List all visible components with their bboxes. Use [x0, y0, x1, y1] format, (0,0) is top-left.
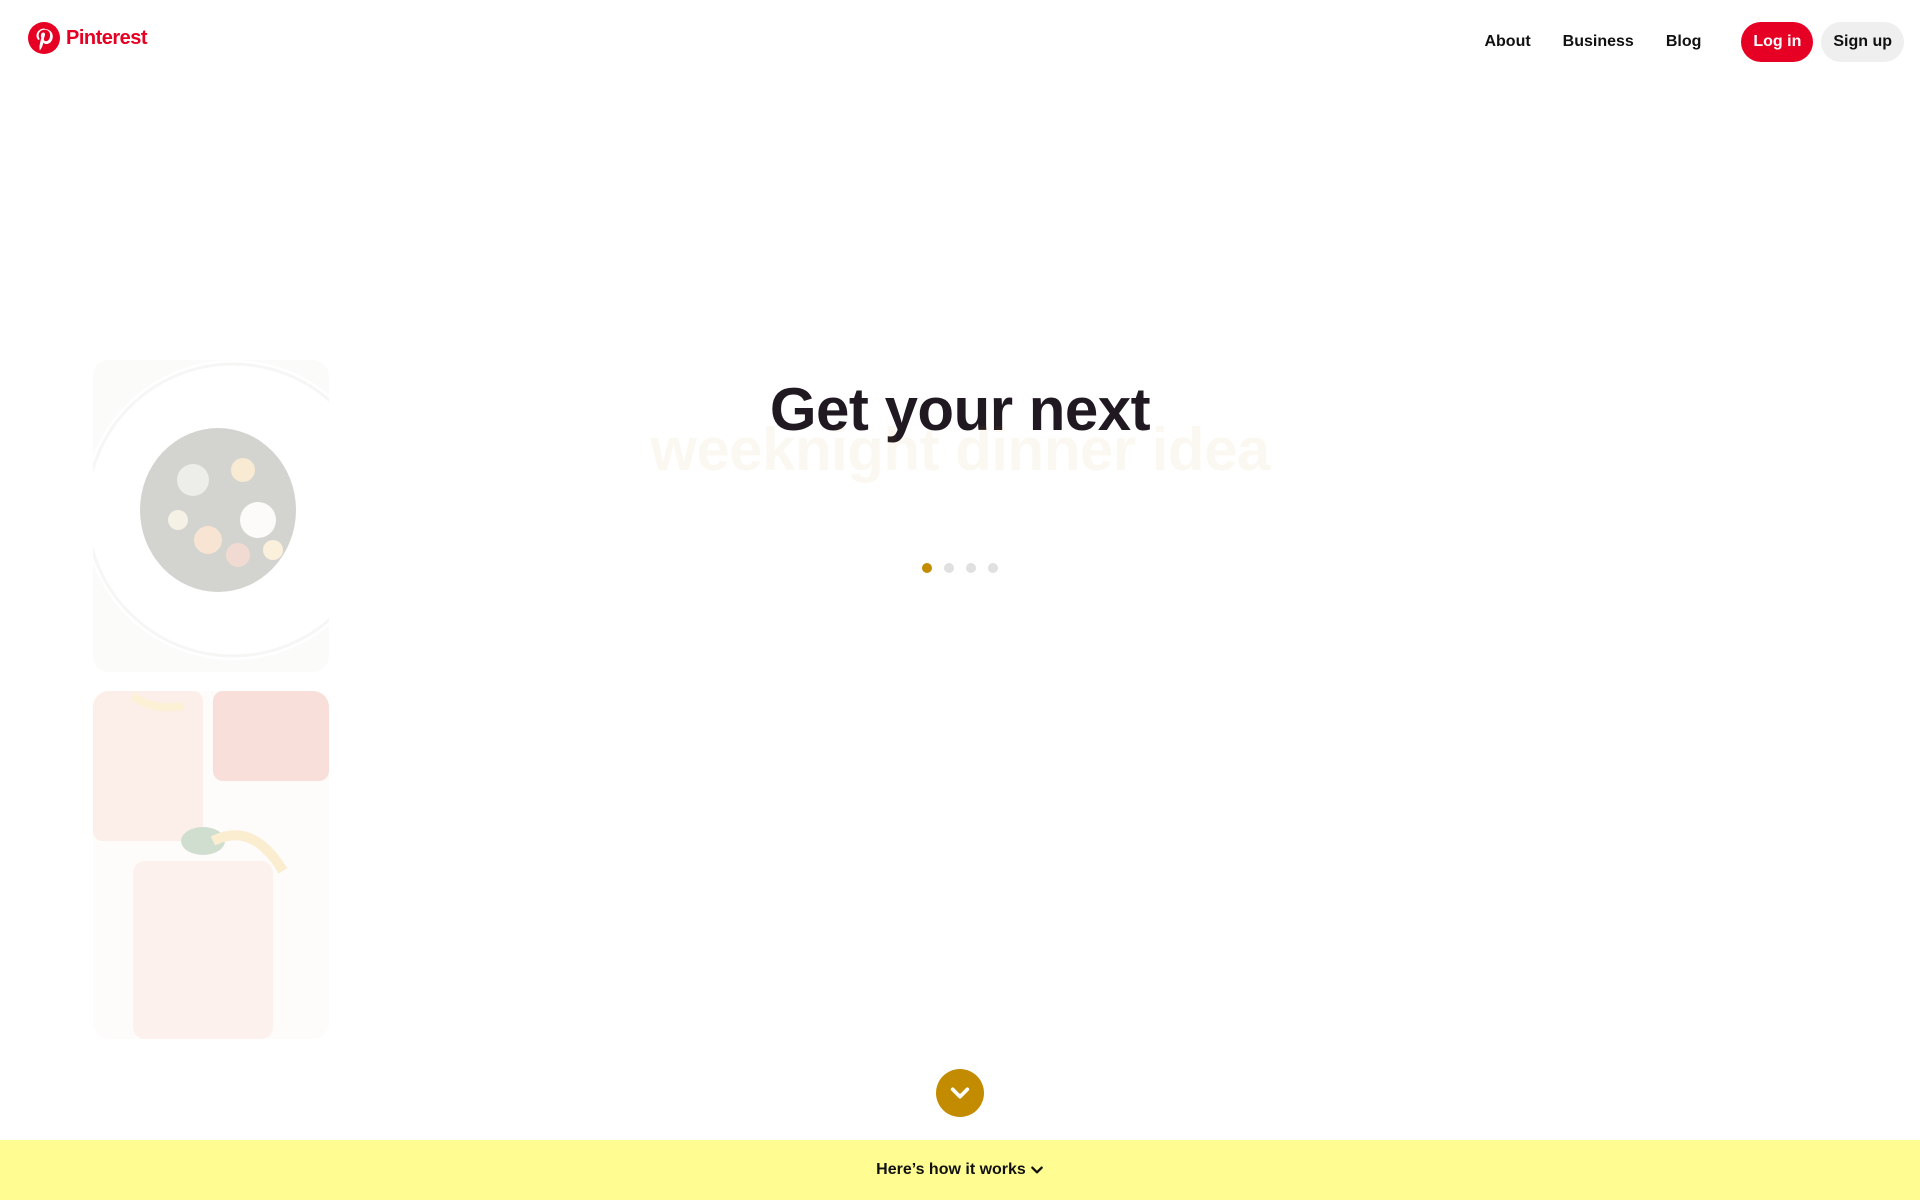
nav-business-link[interactable]: Business — [1563, 24, 1634, 60]
carousel-dots — [0, 563, 1920, 573]
carousel-dot-3[interactable] — [966, 563, 976, 573]
how-it-works-bar: Here’s how it works — [0, 1140, 1920, 1200]
login-button[interactable]: Log in — [1741, 22, 1814, 62]
pinterest-logo[interactable]: Pinterest — [28, 22, 148, 54]
scroll-down-button[interactable] — [936, 1069, 984, 1117]
carousel-dot-4[interactable] — [988, 563, 998, 573]
pinterest-logo-icon — [28, 22, 60, 54]
how-it-works-link[interactable]: Here’s how it works — [876, 1161, 1044, 1179]
carousel-dot-2[interactable] — [944, 563, 954, 573]
nav-about-link[interactable]: About — [1484, 24, 1530, 60]
signup-button[interactable]: Sign up — [1821, 22, 1904, 62]
nav-blog-link[interactable]: Blog — [1666, 24, 1702, 60]
top-nav: About Business Blog Log in Sign up — [1484, 22, 1920, 62]
how-it-works-label: Here’s how it works — [876, 1161, 1026, 1178]
chevron-down-icon — [950, 1087, 970, 1099]
pin-image-drinks — [93, 691, 329, 1039]
site-header: Pinterest About Business Blog Log in Sig… — [0, 0, 1920, 80]
brand-name: Pinterest — [66, 26, 148, 49]
chevron-down-icon — [1030, 1166, 1043, 1174]
carousel-dot-1[interactable] — [922, 563, 932, 573]
drinks-image — [93, 691, 329, 1039]
hero-subtitle: weeknight dinner idea — [650, 416, 1270, 483]
